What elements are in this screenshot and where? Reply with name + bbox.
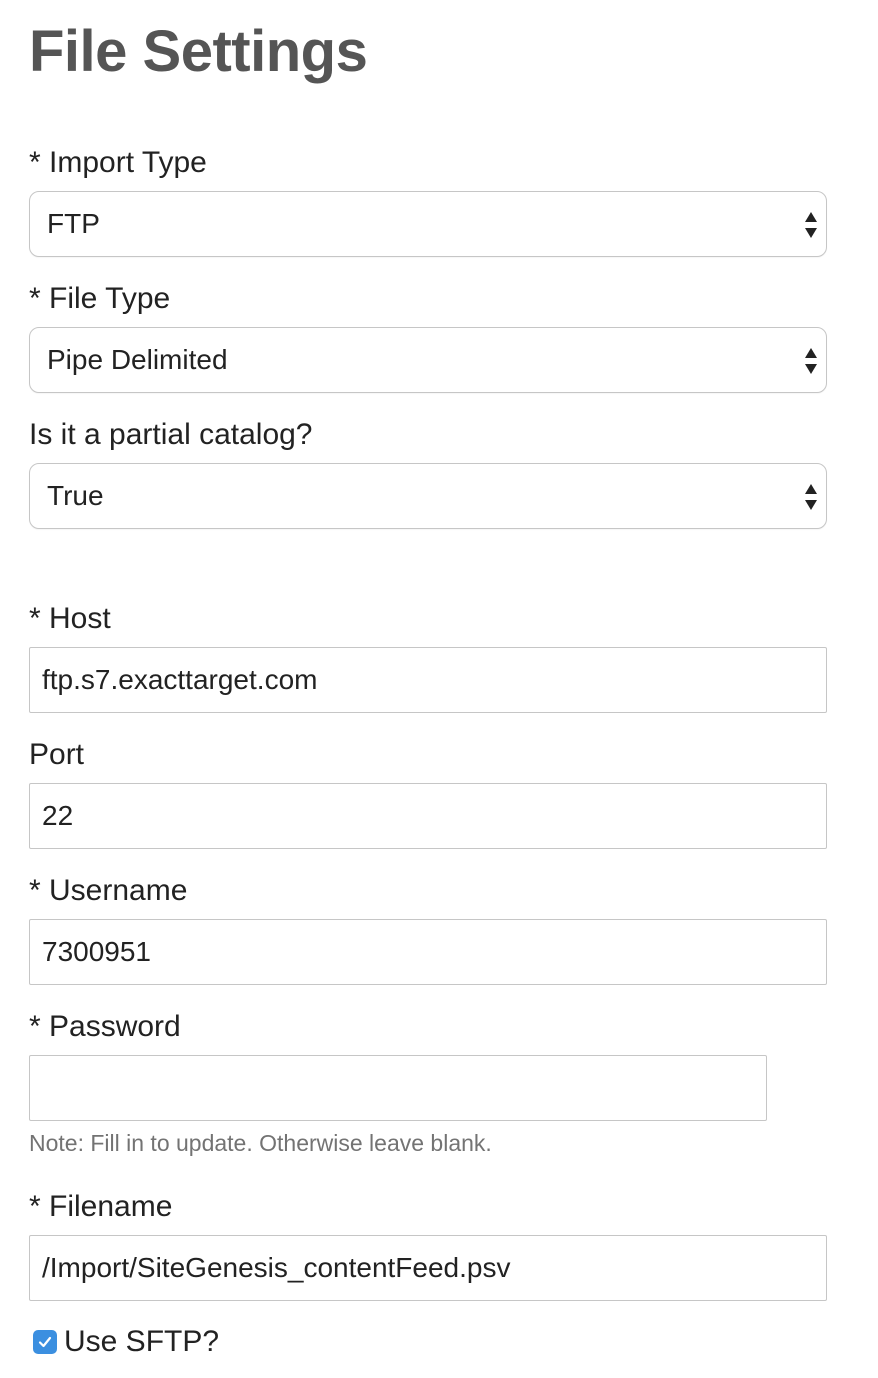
username-label: * Username (29, 874, 188, 907)
checkmark-icon (38, 1336, 52, 1348)
up-down-arrows-icon (805, 348, 817, 374)
filename-input[interactable]: /Import/SiteGenesis_contentFeed.psv (29, 1235, 827, 1301)
partial-catalog-selected-value: True (47, 480, 104, 511)
host-input-value: ftp.s7.exacttarget.com (42, 664, 318, 695)
page-title: File Settings (29, 19, 368, 84)
filename-input-value: /Import/SiteGenesis_contentFeed.psv (42, 1252, 511, 1283)
use-sftp-label: Use SFTP? (64, 1325, 220, 1358)
port-input-value: 22 (42, 800, 74, 831)
host-input[interactable]: ftp.s7.exacttarget.com (29, 647, 827, 713)
import-type-selected-value: FTP (47, 208, 100, 239)
port-input[interactable]: 22 (29, 783, 827, 849)
import-type-label: * Import Type (29, 146, 207, 179)
up-down-arrows-icon (805, 484, 817, 510)
password-input[interactable] (29, 1055, 767, 1121)
import-type-select[interactable]: FTP (29, 191, 827, 257)
filename-label: * Filename (29, 1190, 173, 1223)
up-down-arrows-icon (805, 212, 817, 238)
partial-catalog-select[interactable]: True (29, 463, 827, 529)
host-label: * Host (29, 602, 111, 635)
password-label: * Password (29, 1010, 181, 1043)
file-type-selected-value: Pipe Delimited (47, 344, 228, 375)
use-sftp-checkbox[interactable] (33, 1330, 57, 1354)
password-help-text: Note: Fill in to update. Otherwise leave… (29, 1130, 492, 1156)
file-type-select[interactable]: Pipe Delimited (29, 327, 827, 393)
file-type-label: * File Type (29, 282, 171, 315)
username-input-value: 7300951 (42, 936, 152, 967)
partial-catalog-label: Is it a partial catalog? (29, 418, 313, 451)
username-input[interactable]: 7300951 (29, 919, 827, 985)
use-sftp-option[interactable]: Use SFTP? (33, 1322, 219, 1362)
port-label: Port (29, 738, 85, 771)
